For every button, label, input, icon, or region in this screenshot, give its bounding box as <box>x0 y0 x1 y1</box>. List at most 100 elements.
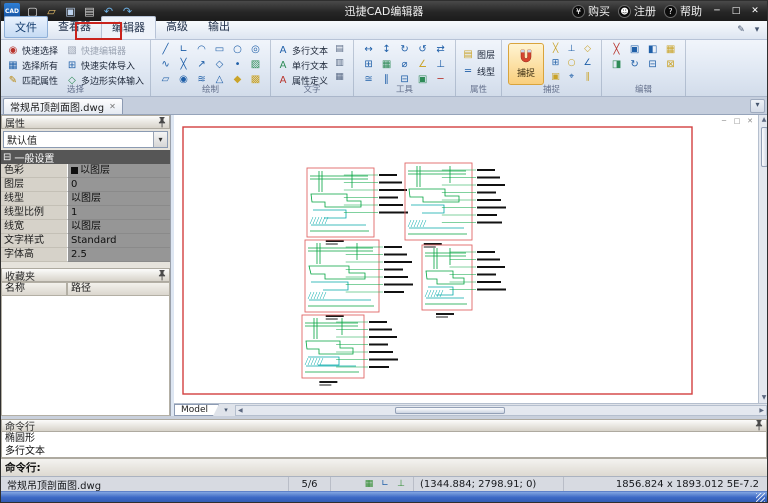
property-value[interactable]: 2.5 <box>67 248 170 262</box>
drawing-viewport[interactable]: ─□✕ ▲ ▼ Model ▾ ◀ ▶ <box>174 115 768 416</box>
layout-dropdown-icon[interactable]: ▾ <box>219 406 233 414</box>
stretch[interactable]: ↕ <box>378 43 395 57</box>
scroll-up-icon[interactable]: ▲ <box>762 115 767 125</box>
favorites-list[interactable] <box>1 296 170 416</box>
quick-select[interactable]: ◉快速选择 <box>7 43 58 58</box>
pin-icon[interactable] <box>158 117 166 128</box>
model-tab[interactable]: Model <box>174 404 219 416</box>
rotate[interactable]: ↻ <box>396 43 413 57</box>
menu-tab-advanced[interactable]: 高级 <box>156 16 198 39</box>
multiline-text[interactable]: A多行文本 <box>277 43 328 58</box>
perpendicular[interactable]: ⊥ <box>432 58 449 72</box>
property-row[interactable]: 文字样式Standard <box>1 234 170 248</box>
move[interactable]: ↔ <box>360 43 377 57</box>
singleline-text[interactable]: A单行文本 <box>277 58 328 73</box>
doc-minimize[interactable]: ─ <box>719 116 729 126</box>
menu-tab-viewer[interactable]: 查看器 <box>48 16 101 39</box>
horizontal-scroll-thumb[interactable] <box>395 407 505 414</box>
close[interactable]: ✕ <box>746 4 764 19</box>
point[interactable]: • <box>229 58 246 72</box>
ortho-toggle[interactable]: ∟ <box>379 478 391 490</box>
ellipse[interactable]: ◎ <box>247 43 264 57</box>
resize-grip[interactable] <box>756 493 765 502</box>
osnap-toggle[interactable]: ⊥ <box>395 478 407 490</box>
snap-button[interactable]: 捕捉 <box>508 43 544 85</box>
angle[interactable]: ∠ <box>414 58 431 72</box>
vertical-scroll-thumb[interactable] <box>761 127 768 167</box>
hatch[interactable]: ▨ <box>247 58 264 72</box>
scroll-down-icon[interactable]: ▼ <box>762 393 767 403</box>
preset-dropdown[interactable]: 默认值 ▾ <box>3 131 168 148</box>
command-input[interactable] <box>45 461 763 474</box>
property-row[interactable]: 图层0 <box>1 178 170 192</box>
construction-line[interactable]: ╳ <box>175 58 192 72</box>
linetype[interactable]: ═线型 <box>462 64 495 79</box>
command-history[interactable]: 椭圆形多行文本 <box>1 432 767 458</box>
offset[interactable]: ◨ <box>608 58 625 72</box>
help[interactable]: ?帮助 <box>664 3 702 19</box>
arc[interactable]: ◠ <box>193 43 210 57</box>
property-row[interactable]: 线宽以图层 <box>1 220 170 234</box>
horizontal-scrollbar[interactable]: ◀ ▶ <box>235 405 767 416</box>
spline[interactable]: ∿ <box>157 58 174 72</box>
pin-icon[interactable] <box>158 270 166 281</box>
rectangle[interactable]: ▭ <box>211 43 228 57</box>
doc-close[interactable]: ✕ <box>745 116 755 126</box>
property-row[interactable]: 字体高2.5 <box>1 248 170 262</box>
circle[interactable]: ○ <box>229 43 246 57</box>
property-value[interactable]: 以图层 <box>67 164 170 178</box>
snap-grid[interactable]: ⊞ <box>548 57 563 70</box>
line[interactable]: ╱ <box>157 43 174 57</box>
vertical-scrollbar[interactable]: ▲ ▼ <box>758 115 768 403</box>
diameter[interactable]: ⌀ <box>396 58 413 72</box>
close-tab-icon[interactable]: ✕ <box>109 102 116 111</box>
register[interactable]: ☻注册 <box>618 3 656 19</box>
erase[interactable]: ╳ <box>608 43 625 57</box>
copy[interactable]: ▣ <box>626 43 643 57</box>
snap-center[interactable]: ○ <box>564 57 579 70</box>
tab-list-dropdown-icon[interactable]: ▾ <box>750 99 765 113</box>
property-row[interactable]: 线型以图层 <box>1 192 170 206</box>
property-value[interactable]: 1 <box>67 206 170 220</box>
polygon[interactable]: ◇ <box>211 58 228 72</box>
rotate-ccw[interactable]: ↺ <box>414 43 431 57</box>
grid[interactable]: ▦ <box>378 58 395 72</box>
group[interactable]: ⊟ <box>644 58 661 72</box>
menu-tab-file[interactable]: 文件 <box>4 16 48 38</box>
grid-toggle[interactable]: ▦ <box>363 478 375 490</box>
polyline[interactable]: ∟ <box>175 43 192 57</box>
scroll-right-icon[interactable]: ▶ <box>757 407 766 414</box>
ray[interactable]: ↗ <box>193 58 210 72</box>
select-all[interactable]: ▦选择所有 <box>7 58 58 73</box>
property-value[interactable]: 以图层 <box>67 220 170 234</box>
minimize[interactable]: ─ <box>708 4 726 19</box>
explode[interactable]: ⊠ <box>662 58 679 72</box>
text-style[interactable]: ▤ <box>332 43 347 56</box>
doc-restore[interactable]: □ <box>732 116 742 126</box>
property-row[interactable]: 线型比例1 <box>1 206 170 220</box>
favorites-col-path[interactable]: 路径 <box>67 282 170 296</box>
mirror-edit[interactable]: ◧ <box>644 43 661 57</box>
snap-perpendicular[interactable]: ⊥ <box>564 43 579 56</box>
customize-toolbar[interactable]: ✎ <box>734 23 748 37</box>
snap-angle[interactable]: ∠ <box>580 57 595 70</box>
text-align[interactable]: ▥ <box>332 57 347 70</box>
cad-drawing-canvas[interactable] <box>174 115 758 403</box>
property-value[interactable]: 以图层 <box>67 192 170 206</box>
rotate-edit[interactable]: ↻ <box>626 58 643 72</box>
layers[interactable]: ▤图层 <box>462 47 495 62</box>
document-tab[interactable]: 常规吊顶剖面图.dwg ✕ <box>3 98 123 114</box>
array[interactable]: ⊞ <box>360 58 377 72</box>
snap-midpoint[interactable]: ◇ <box>580 43 595 56</box>
property-value[interactable]: 0 <box>67 178 170 192</box>
menu-tab-output[interactable]: 输出 <box>198 16 240 39</box>
mirror[interactable]: ⇄ <box>432 43 449 57</box>
section-general-settings[interactable]: ⊟ 一般设置 <box>1 150 170 164</box>
pin-icon[interactable] <box>755 420 763 431</box>
snap-endpoint[interactable]: ╳ <box>548 43 563 56</box>
maximize[interactable]: □ <box>727 4 745 19</box>
toolbar-dropdown[interactable]: ▾ <box>750 23 764 37</box>
quick-entity-import[interactable]: ⊞快速实体导入 <box>66 58 144 73</box>
scroll-left-icon[interactable]: ◀ <box>236 407 245 414</box>
menu-tab-editor[interactable]: 编辑器 <box>101 16 156 39</box>
